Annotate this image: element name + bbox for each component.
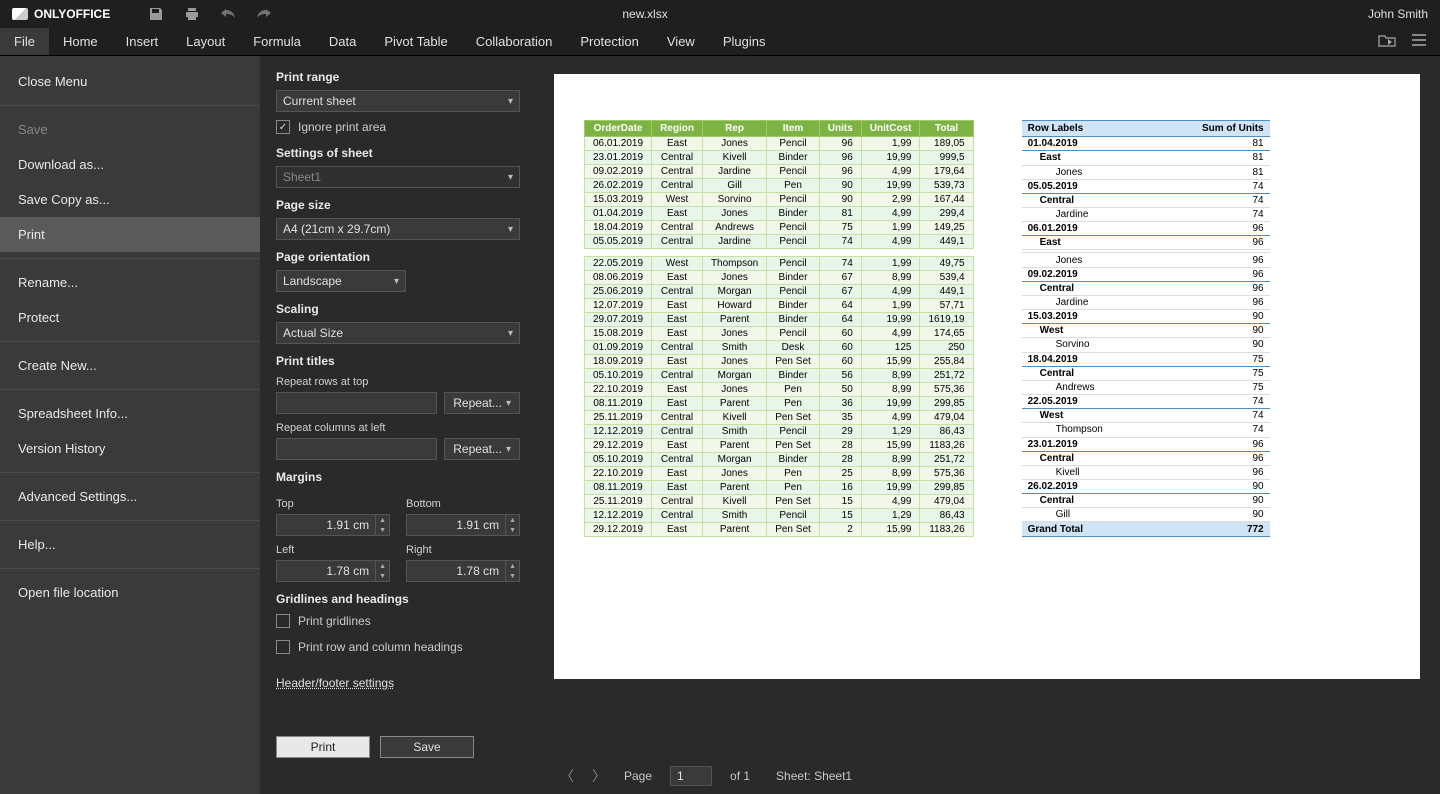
tab-protection[interactable]: Protection [566,28,653,55]
print-gridlines-label: Print gridlines [298,614,371,628]
print-range-label: Print range [276,70,520,84]
margin-bottom-input[interactable] [406,514,506,536]
menubar: FileHomeInsertLayoutFormulaDataPivot Tab… [0,28,1440,56]
save-button[interactable]: Save [380,736,474,758]
open-location-icon[interactable] [1378,33,1396,50]
undo-icon[interactable] [220,6,236,22]
page-orientation-select[interactable]: Landscape▾ [276,270,406,292]
file-menu-save-copy-as[interactable]: Save Copy as... [0,182,260,217]
file-menu: Close Menu SaveDownload as...Save Copy a… [0,56,260,794]
margin-right-input[interactable] [406,560,506,582]
page-number-input[interactable] [670,766,712,786]
print-button[interactable]: Print [276,736,370,758]
ignore-print-area-checkbox[interactable]: ✓ [276,120,290,134]
file-menu-create-new[interactable]: Create New... [0,348,260,383]
repeat-rows-button[interactable]: Repeat...▾ [444,392,520,414]
tab-collaboration[interactable]: Collaboration [462,28,567,55]
gridlines-headings-label: Gridlines and headings [276,592,520,606]
file-menu-open-file-location[interactable]: Open file location [0,575,260,610]
print-headings-label: Print row and column headings [298,640,463,654]
chevron-down-icon: ▾ [508,328,513,339]
file-menu-rename[interactable]: Rename... [0,265,260,300]
data-table: OrderDateRegionRepItemUnitsUnitCostTotal… [584,120,974,537]
tab-formula[interactable]: Formula [239,28,315,55]
preview-footer: 〈 〉 Page of 1 Sheet: Sheet1 [554,756,1422,786]
tab-home[interactable]: Home [49,28,112,55]
username: John Smith [1368,7,1428,21]
next-page-icon[interactable]: 〉 [592,766,606,786]
page-size-label: Page size [276,198,520,212]
preview-pane: OrderDateRegionRepItemUnitsUnitCostTotal… [536,56,1440,794]
repeat-rows-input[interactable] [276,392,437,414]
close-menu[interactable]: Close Menu [0,64,260,99]
page-label: Page [624,769,652,783]
margin-left-label: Left [276,544,390,556]
hamburger-icon[interactable] [1412,34,1426,49]
spin-up[interactable]: ▲ [506,561,519,571]
sheet-label: Sheet: Sheet1 [776,769,852,783]
margins-label: Margins [276,470,520,484]
repeat-rows-label: Repeat rows at top [276,376,520,388]
page-size-select[interactable]: A4 (21cm x 29.7cm)▾ [276,218,520,240]
sheet-select: Sheet1▾ [276,166,520,188]
print-gridlines-checkbox[interactable] [276,614,290,628]
file-menu-spreadsheet-info[interactable]: Spreadsheet Info... [0,396,260,431]
page-of-label: of 1 [730,769,750,783]
tab-insert[interactable]: Insert [112,28,173,55]
margin-bottom-label: Bottom [406,498,520,510]
chevron-down-icon: ▾ [394,276,399,287]
repeat-cols-label: Repeat columns at left [276,422,520,434]
file-menu-print[interactable]: Print [0,217,260,252]
header-footer-link[interactable]: Header/footer settings [276,676,394,690]
prev-page-icon[interactable]: 〈 [560,766,574,786]
margin-right-label: Right [406,544,520,556]
filename: new.xlsx [622,7,667,21]
redo-icon[interactable] [256,6,272,22]
tab-layout[interactable]: Layout [172,28,239,55]
print-headings-checkbox[interactable] [276,640,290,654]
print-settings: Print range Current sheet▾ ✓ Ignore prin… [260,56,536,794]
tab-pivot-table[interactable]: Pivot Table [370,28,461,55]
titlebar: ONLYOFFICE new.xlsx John Smith [0,0,1440,28]
scaling-select[interactable]: Actual Size▾ [276,322,520,344]
page-orientation-label: Page orientation [276,250,520,264]
settings-of-sheet-label: Settings of sheet [276,146,520,160]
file-menu-protect[interactable]: Protect [0,300,260,335]
tab-data[interactable]: Data [315,28,370,55]
spin-down[interactable]: ▼ [376,571,389,581]
preview-scroll[interactable]: OrderDateRegionRepItemUnitsUnitCostTotal… [554,74,1422,756]
tab-file[interactable]: File [0,28,49,55]
margin-top-label: Top [276,498,390,510]
chevron-down-icon: ▾ [508,224,513,235]
tab-plugins[interactable]: Plugins [709,28,780,55]
spin-up[interactable]: ▲ [506,515,519,525]
preview-page: OrderDateRegionRepItemUnitsUnitCostTotal… [554,74,1420,679]
chevron-down-icon: ▾ [508,96,513,107]
file-menu-advanced-settings[interactable]: Advanced Settings... [0,479,260,514]
print-icon[interactable] [184,6,200,22]
save-icon[interactable] [148,6,164,22]
pivot-table: Row LabelsSum of Units01.04.201981East81… [1022,120,1270,537]
file-menu-version-history[interactable]: Version History [0,431,260,466]
spin-down[interactable]: ▼ [506,525,519,535]
repeat-cols-button[interactable]: Repeat...▾ [444,438,520,460]
spin-up[interactable]: ▲ [376,561,389,571]
print-range-select[interactable]: Current sheet▾ [276,90,520,112]
margin-left-input[interactable] [276,560,376,582]
file-menu-download-as[interactable]: Download as... [0,147,260,182]
spin-down[interactable]: ▼ [376,525,389,535]
repeat-cols-input[interactable] [276,438,437,460]
scaling-label: Scaling [276,302,520,316]
main-area: Close Menu SaveDownload as...Save Copy a… [0,56,1440,794]
file-menu-help[interactable]: Help... [0,527,260,562]
logo-icon [12,8,28,20]
ignore-print-area-label: Ignore print area [298,120,386,134]
spin-down[interactable]: ▼ [506,571,519,581]
print-titles-label: Print titles [276,354,520,368]
file-menu-save: Save [0,112,260,147]
tab-view[interactable]: View [653,28,709,55]
app-logo: ONLYOFFICE [12,7,110,21]
spin-up[interactable]: ▲ [376,515,389,525]
margin-top-input[interactable] [276,514,376,536]
